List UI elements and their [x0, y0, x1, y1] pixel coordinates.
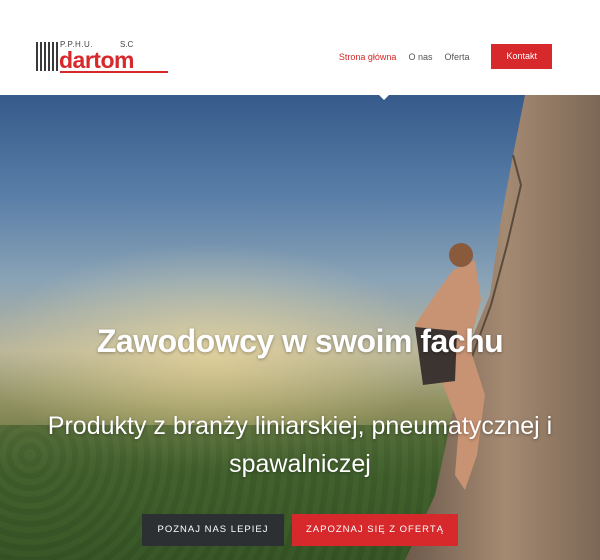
hero-subtitle: Produkty z branży liniarskiej, pneumatyc…: [47, 412, 553, 478]
logo-underline: [60, 71, 168, 73]
hero-section: Zawodowcy w swoim fachu Produkty z branż…: [0, 95, 600, 560]
nav-offer[interactable]: Oferta: [444, 52, 469, 62]
hero-title: Zawodowcy w swoim fachu: [96, 323, 504, 359]
learn-more-button[interactable]: POZNAJ NAS LEPIEJ: [142, 514, 284, 546]
see-offer-button[interactable]: ZAPOZNAJ SIĘ Z OFERTĄ: [292, 514, 458, 546]
logo-barcode-icon: [36, 42, 58, 71]
main-nav: Strona główna O nas Oferta Kontakt: [339, 44, 552, 69]
dartom-logo[interactable]: P.P.H.U. S.C dartom: [36, 40, 168, 74]
nav-about[interactable]: O nas: [408, 52, 432, 62]
site-header: P.P.H.U. S.C dartom Strona główna O nas …: [0, 0, 600, 95]
logo-brand-text: dartom: [59, 47, 134, 73]
active-nav-pointer: [378, 94, 390, 100]
nav-home[interactable]: Strona główna: [339, 52, 397, 62]
contact-button[interactable]: Kontakt: [491, 44, 552, 69]
